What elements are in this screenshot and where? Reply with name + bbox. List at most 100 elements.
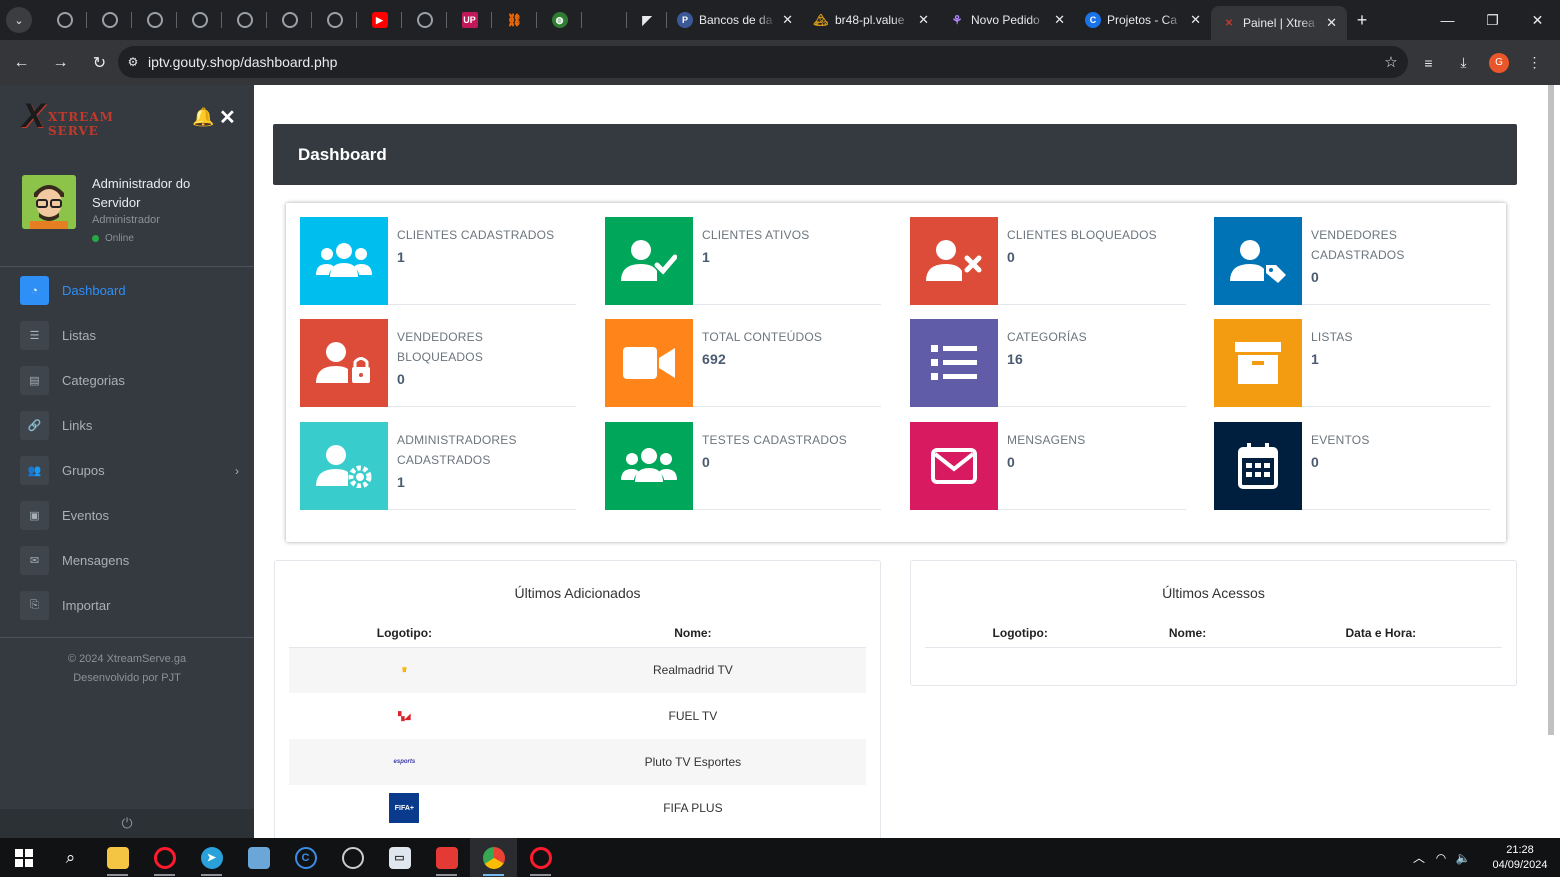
new-tab-button[interactable]: + [1347, 10, 1377, 31]
taskbar-app-anydesk[interactable] [423, 838, 470, 877]
chevron-right-icon[interactable]: › [235, 464, 239, 478]
sidebar-item-mensagens[interactable]: ✉ Mensagens [0, 538, 254, 583]
tab-close-icon[interactable]: ✕ [1326, 15, 1337, 31]
tab-novo-pedido[interactable]: ⚘ Novo Pedido ✕ [939, 0, 1075, 40]
clock[interactable]: 21:28 04/09/2024 [1480, 843, 1560, 873]
taskbar-app-c[interactable]: C [282, 838, 329, 877]
stat-card[interactable]: MENSAGENS 0 [910, 422, 1186, 510]
stat-label: CLIENTES BLOQUEADOS 0 [1007, 225, 1182, 269]
bookmark-star-icon[interactable]: ☆ [1374, 53, 1408, 71]
pinned-tab[interactable] [222, 0, 267, 40]
pinned-tab[interactable] [132, 0, 177, 40]
taskbar-app-notes[interactable] [235, 838, 282, 877]
pinned-tab[interactable]: ◍ [537, 0, 582, 40]
recent-added-card: Últimos Adicionados Logotipo: Nome: ♛ Re… [274, 560, 881, 838]
globe-icon [101, 12, 118, 28]
tab-bancos[interactable]: P Bancos de da ✕ [667, 0, 803, 40]
url-field[interactable]: ⚙ iptv.gouty.shop/dashboard.php ☆ [118, 46, 1408, 78]
minimize-icon[interactable]: — [1425, 0, 1470, 40]
pinned-tab[interactable] [582, 0, 627, 40]
site-info-icon[interactable]: ⚙ [118, 55, 148, 69]
pinned-tab[interactable]: ◤ [627, 0, 667, 40]
tab-title: Novo Pedido [971, 13, 1040, 27]
bell-icon[interactable]: 🔔 [192, 107, 214, 128]
tab-close-icon[interactable]: ✕ [1054, 12, 1065, 28]
stat-icon-box [605, 319, 693, 407]
taskbar-app-chrome[interactable] [470, 838, 517, 877]
pinned-tab[interactable] [177, 0, 222, 40]
stat-label: ADMINISTRADORES CADASTRADOS 1 [397, 430, 572, 494]
stat-card[interactable]: EVENTOS 0 [1214, 422, 1490, 510]
stat-label: LISTAS 1 [1311, 327, 1486, 371]
taskbar-app-obs[interactable] [329, 838, 376, 877]
url-text[interactable]: iptv.gouty.shop/dashboard.php [148, 54, 1374, 70]
stat-card[interactable]: CLIENTES CADASTRADOS 1 [300, 217, 576, 305]
close-icon[interactable]: ✕ [219, 105, 236, 130]
tab-close-icon[interactable]: ✕ [918, 12, 929, 28]
stat-value: 0 [1007, 454, 1015, 470]
pinned-tab[interactable]: ⛓ [492, 0, 537, 40]
back-icon[interactable]: ← [4, 54, 39, 72]
reload-icon[interactable]: ↻ [82, 53, 117, 73]
volume-icon[interactable]: 🔈 [1452, 851, 1474, 865]
table-row[interactable]: ▚◢ FUEL TV [289, 693, 866, 739]
tab-projetos[interactable]: C Projetos - Ca ✕ [1075, 0, 1211, 40]
stat-card[interactable]: CLIENTES BLOQUEADOS 0 [910, 217, 1186, 305]
table-row[interactable]: ♛ Realmadrid TV [289, 647, 866, 693]
taskbar-app-opera[interactable] [141, 838, 188, 877]
tab-search-button[interactable]: ⌄ [6, 7, 32, 33]
pinned-tab[interactable] [312, 0, 357, 40]
table-row[interactable]: esports Pluto TV Esportes [289, 739, 866, 785]
up-icon: UP [461, 12, 478, 28]
stat-card[interactable]: VENDEDORES CADASTRADOS 0 [1214, 217, 1490, 305]
pinned-tab[interactable]: UP [447, 0, 492, 40]
tab-painel-xtream[interactable]: ✕ Painel | Xtrea ✕ [1211, 6, 1347, 40]
stat-card[interactable]: TOTAL CONTEÚDOS 692 [605, 319, 881, 407]
stat-card[interactable]: CLIENTES ATIVOS 1 [605, 217, 881, 305]
forward-icon[interactable]: → [43, 54, 78, 72]
sidebar-item-eventos[interactable]: ▣ Eventos [0, 493, 254, 538]
sidebar-item-importar[interactable]: ⎘ Importar [0, 583, 254, 628]
stat-card[interactable]: VENDEDORES BLOQUEADOS 0 [300, 319, 576, 407]
chevron-up-icon[interactable]: ︿ [1408, 849, 1430, 866]
page-scrollbar[interactable] [1548, 85, 1554, 735]
search-button[interactable]: ⌕ [47, 838, 94, 877]
taskbar-app-terminal[interactable]: ▭ [376, 838, 423, 877]
tab-title: Projetos - Ca [1107, 13, 1178, 27]
restore-icon[interactable]: ❐ [1470, 0, 1515, 40]
profile-avatar[interactable]: G [1489, 52, 1509, 73]
xtream-logo[interactable]: X XTREAM SERVE [22, 99, 167, 138]
pinned-tab[interactable] [267, 0, 312, 40]
wifi-icon[interactable]: ◠ [1430, 851, 1452, 865]
pinned-tab[interactable] [87, 0, 132, 40]
sidebar-item-links[interactable]: 🔗 Links [0, 403, 254, 448]
sidebar-item-dashboard[interactable]: ◔ Dashboard [0, 268, 254, 313]
stat-card[interactable]: TESTES CADASTRADOS 0 [605, 422, 881, 510]
tab-br48[interactable]: 🏔 br48-pl.value ✕ [803, 0, 939, 40]
table-row[interactable]: FIFA+ FIFA PLUS [289, 785, 866, 831]
taskbar-app-explorer[interactable] [94, 838, 141, 877]
more-menu-icon[interactable]: ⋮ [1517, 54, 1552, 71]
download-icon[interactable]: ⤓ [1446, 54, 1481, 71]
tab-close-icon[interactable]: ✕ [782, 12, 793, 28]
pinned-tab[interactable] [402, 0, 447, 40]
taskbar-app-opera-gx[interactable] [517, 838, 564, 877]
stat-card[interactable]: ADMINISTRADORES CADASTRADOS 1 [300, 422, 576, 510]
stat-card[interactable]: CATEGORÍAS 16 [910, 319, 1186, 407]
address-bar: ← → ↻ ⚙ iptv.gouty.shop/dashboard.php ☆ … [0, 40, 1560, 85]
sidebar-item-grupos[interactable]: 👥 Grupos › [0, 448, 254, 493]
table-header: Logotipo: Nome: Data e Hora: [925, 619, 1502, 648]
media-control-icon[interactable]: ≡ [1411, 55, 1446, 71]
logout-button[interactable]: ⏻ [0, 809, 254, 838]
sidebar-item-label: Dashboard [62, 283, 126, 298]
start-button[interactable] [0, 838, 47, 877]
tab-close-icon[interactable]: ✕ [1190, 12, 1201, 28]
stat-card[interactable]: LISTAS 1 [1214, 319, 1490, 407]
close-window-icon[interactable]: ✕ [1515, 0, 1560, 40]
taskbar-app-telegram[interactable]: ➤ [188, 838, 235, 877]
sidebar-item-listas[interactable]: ☰ Listas [0, 313, 254, 358]
folder-icon [106, 846, 129, 869]
pinned-tab[interactable]: ▶ [357, 0, 402, 40]
pinned-tab[interactable] [42, 0, 87, 40]
sidebar-item-categorias[interactable]: ▤ Categorias [0, 358, 254, 403]
